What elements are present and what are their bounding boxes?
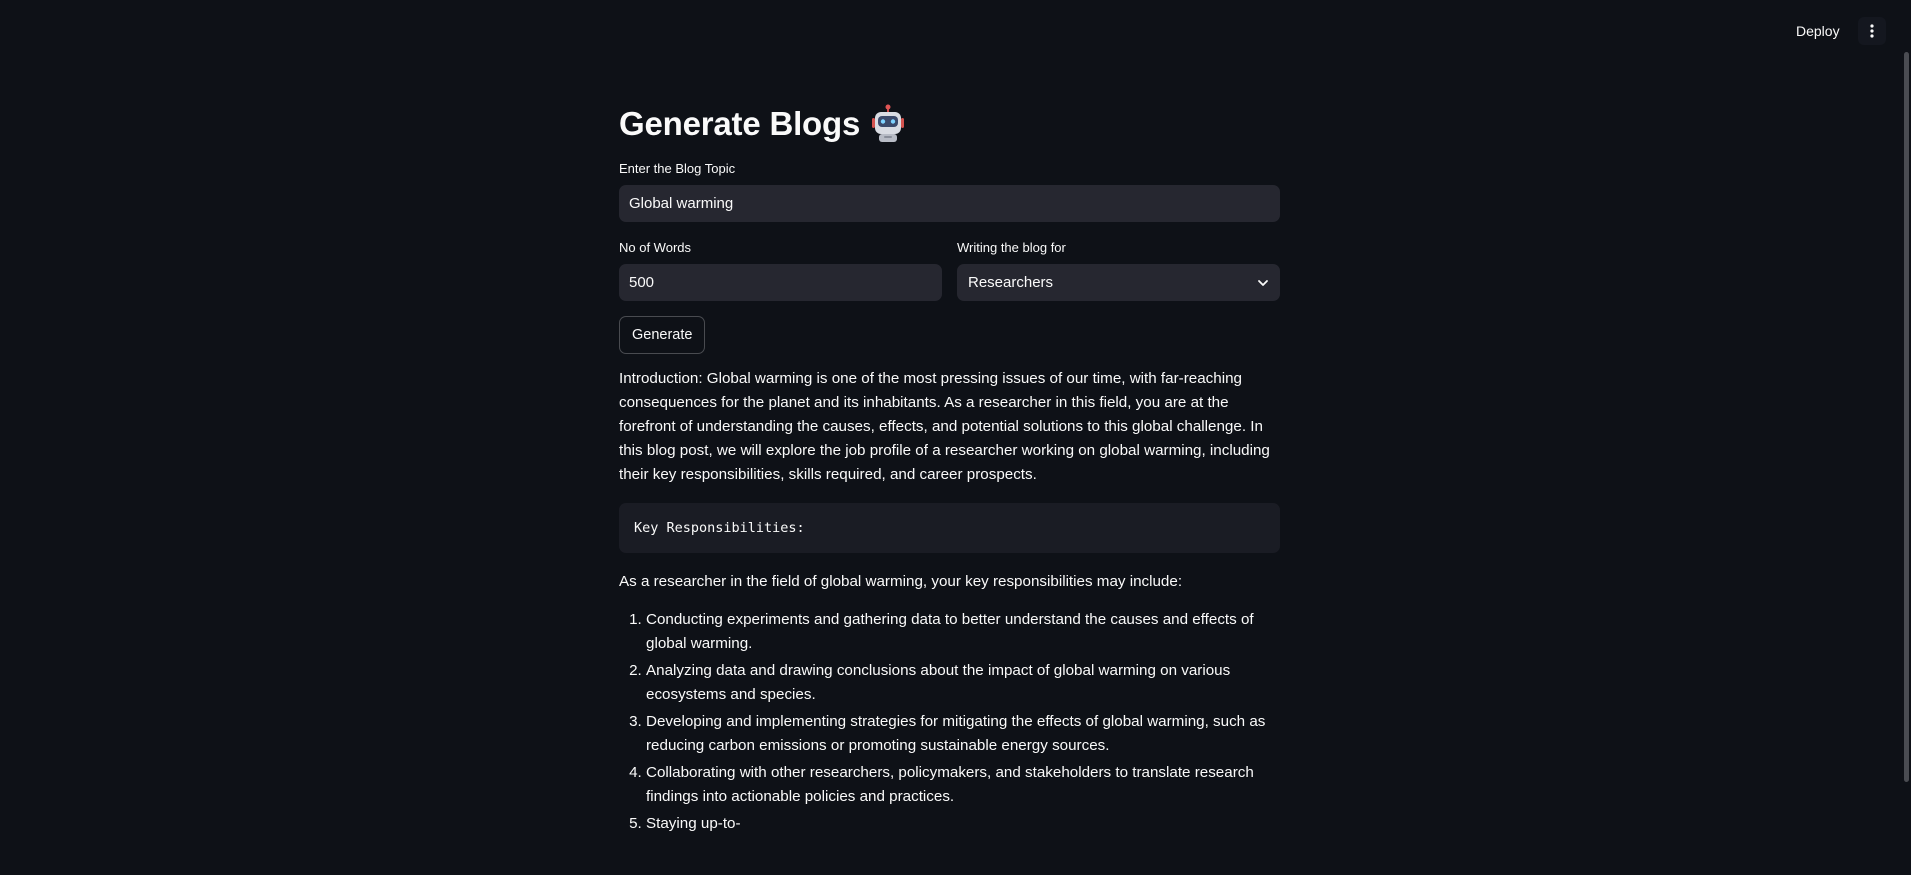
page-title-text: Generate Blogs <box>619 105 861 142</box>
vertical-dots-icon <box>1870 24 1874 38</box>
words-input[interactable]: 500 <box>619 264 942 301</box>
app-header: Deploy <box>0 0 1911 62</box>
generate-button[interactable]: Generate <box>619 316 706 354</box>
chevron-down-icon <box>1258 279 1268 286</box>
words-label: No of Words <box>619 240 692 255</box>
audience-label: Writing the blog for <box>957 240 1066 255</box>
list-item: Collaborating with other researchers, po… <box>646 761 1280 809</box>
page-scrollbar[interactable] <box>1903 0 1911 875</box>
topic-input[interactable]: Global warming <box>619 185 1280 222</box>
blog-output: Introduction: Global warming is one of t… <box>619 367 1280 839</box>
robot-icon <box>872 104 905 142</box>
blog-intro: Introduction: Global warming is one of t… <box>619 370 1270 483</box>
main-content: Generate Blogs Enter the Blog Topic Glob… <box>619 98 1280 832</box>
list-item: Developing and implementing strategies f… <box>646 710 1280 758</box>
responsibilities-intro: As a researcher in the field of global w… <box>619 573 1183 590</box>
list-item: Staying up-to- <box>646 812 1280 836</box>
responsibilities-list: Conducting experiments and gathering dat… <box>619 608 1280 836</box>
main-menu-button[interactable] <box>1858 17 1886 45</box>
topic-input-value: Global warming <box>629 195 734 212</box>
list-item: Conducting experiments and gathering dat… <box>646 608 1280 656</box>
list-item: Analyzing data and drawing conclusions a… <box>646 659 1280 707</box>
code-block-text: Key Responsibilities: <box>634 520 805 536</box>
audience-select[interactable]: Researchers <box>957 264 1280 301</box>
topic-label: Enter the Blog Topic <box>619 161 736 176</box>
audience-selected-value: Researchers <box>968 274 1054 291</box>
words-input-value: 500 <box>629 274 655 291</box>
deploy-button[interactable]: Deploy <box>1796 20 1840 42</box>
scrollbar-thumb[interactable] <box>1904 52 1909 782</box>
page-title: Generate Blogs <box>619 98 1280 150</box>
code-block: Key Responsibilities: <box>619 503 1280 553</box>
